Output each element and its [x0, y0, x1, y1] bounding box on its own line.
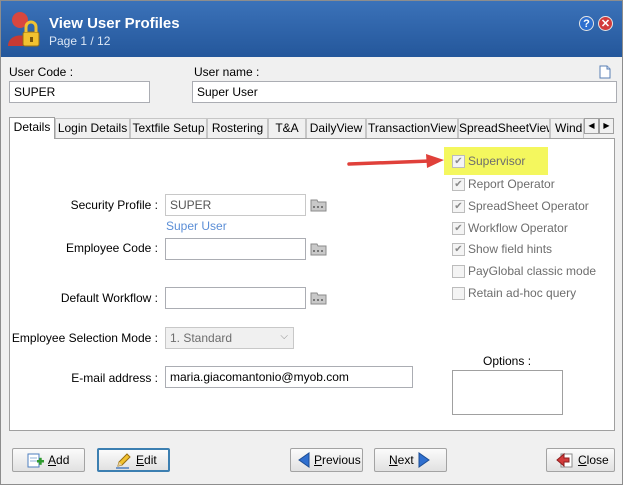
add-record-icon [27, 453, 44, 468]
employee-selection-mode-label: Employee Selection Mode : [11, 331, 158, 345]
default-workflow-field[interactable] [165, 287, 306, 309]
retain-adhoc-query-checkbox[interactable] [452, 287, 465, 300]
employee-code-label: Employee Code : [65, 241, 158, 255]
arrow-right-icon [418, 452, 430, 468]
edit-button-label: Edit [136, 453, 157, 467]
email-field[interactable]: maria.giacomantonio@myob.com [165, 366, 413, 388]
default-workflow-label: Default Workflow : [60, 291, 158, 305]
report-operator-checkbox[interactable]: ✔ [452, 178, 465, 191]
previous-button-label: Previous [314, 453, 361, 467]
tab-rostering[interactable]: Rostering [207, 118, 268, 138]
user-name-label: User name : [194, 65, 260, 79]
window-title: View User Profiles [49, 15, 180, 32]
supervisor-label: Supervisor [468, 154, 526, 168]
arrow-left-icon [298, 452, 310, 468]
retain-adhoc-query-label: Retain ad-hoc query [468, 286, 577, 300]
security-profile-label: Security Profile : [70, 198, 158, 212]
workflow-operator-label: Workflow Operator [468, 221, 568, 235]
user-lock-icon [8, 12, 40, 47]
tab-scroll-right-icon[interactable]: ▶ [599, 118, 614, 134]
tab-t-and-a[interactable]: T&A [268, 118, 306, 138]
tab-textfile-setup[interactable]: Textfile Setup [130, 118, 207, 138]
help-button[interactable]: ? [579, 16, 594, 31]
page-indicator: Page 1 / 12 [49, 34, 111, 48]
employee-code-browse-icon[interactable] [310, 241, 328, 256]
workflow-operator-checkbox[interactable]: ✔ [452, 222, 465, 235]
security-profile-browse-icon[interactable] [310, 197, 328, 212]
tab-login-details[interactable]: Login Details [55, 118, 130, 138]
tab-dailyview[interactable]: DailyView [306, 118, 366, 138]
close-button-label: Close [578, 453, 609, 467]
view-user-profiles-window: View User Profiles Page 1 / 12 ? ✕ User … [0, 0, 623, 485]
security-profile-field[interactable]: SUPER [165, 194, 306, 216]
next-button-label: Next [389, 453, 414, 467]
report-operator-label: Report Operator [468, 177, 555, 191]
spreadsheet-operator-label: SpreadSheet Operator [468, 199, 589, 213]
tab-scroll-left-icon[interactable]: ◀ [584, 118, 599, 134]
user-code-label: User Code : [9, 65, 74, 79]
default-workflow-browse-icon[interactable] [310, 290, 328, 305]
spreadsheet-operator-checkbox[interactable]: ✔ [452, 200, 465, 213]
edit-button[interactable]: Edit [97, 448, 170, 472]
payglobal-classic-mode-checkbox[interactable] [452, 265, 465, 278]
tab-transactionview[interactable]: TransactionView [366, 118, 458, 138]
email-label: E-mail address : [71, 371, 158, 385]
tab-spreadsheetview[interactable]: SpreadSheetView [458, 118, 550, 138]
close-exit-icon [556, 452, 573, 468]
tab-window-partial[interactable]: Wind [550, 118, 584, 138]
tab-details[interactable]: Details [9, 117, 55, 139]
add-button-label: Add [48, 453, 70, 467]
close-window-button[interactable]: ✕ [598, 16, 613, 31]
show-field-hints-checkbox[interactable]: ✔ [452, 243, 465, 256]
show-field-hints-label: Show field hints [468, 242, 553, 256]
security-profile-hint: Super User [166, 219, 227, 233]
annotation-arrow-icon [347, 154, 444, 168]
next-button[interactable]: Next [374, 448, 447, 472]
title-bar: View User Profiles Page 1 / 12 ? ✕ [1, 1, 622, 57]
document-icon[interactable] [599, 65, 611, 79]
previous-button[interactable]: Previous [290, 448, 363, 472]
options-box[interactable] [452, 370, 563, 415]
user-name-field[interactable]: Super User [192, 81, 617, 103]
employee-code-field[interactable] [165, 238, 306, 260]
chevron-down-icon: ⌵ [280, 331, 288, 342]
employee-selection-mode-select[interactable]: 1. Standard ⌵ [165, 327, 294, 349]
add-button[interactable]: Add [12, 448, 85, 472]
close-button[interactable]: Close [546, 448, 615, 472]
edit-pencil-icon [116, 453, 131, 469]
employee-selection-mode-value: 1. Standard [170, 331, 233, 345]
user-code-field[interactable]: SUPER [9, 81, 150, 103]
payglobal-classic-mode-label: PayGlobal classic mode [468, 264, 597, 278]
options-label: Options : [483, 354, 532, 368]
supervisor-checkbox[interactable]: ✔ [452, 155, 465, 168]
